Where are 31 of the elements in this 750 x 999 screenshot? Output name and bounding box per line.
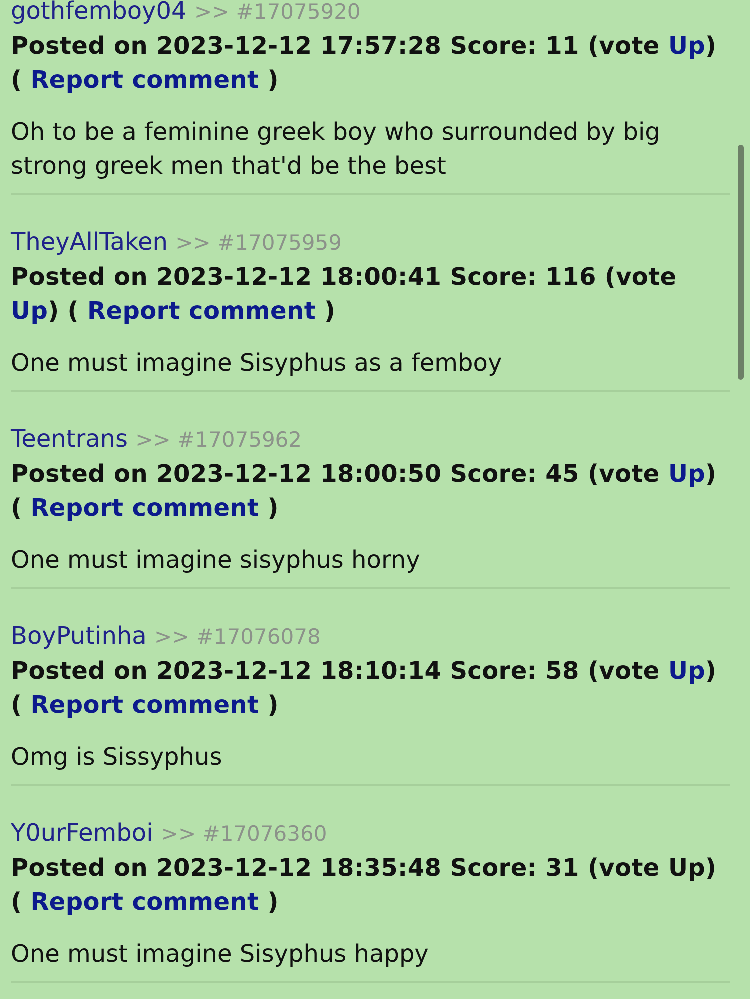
report-link[interactable]: Report comment (30, 691, 260, 719)
comment-text: One must imagine sisyphus horny (11, 545, 422, 576)
comment-text: One must imagine Sisyphus happy (11, 939, 430, 970)
report-link[interactable]: Report comment (30, 888, 260, 916)
post-meta: Posted on 2023-12-12 18:35:48 Score: 31 (vote Up) ( Report comment ) (11, 853, 718, 918)
vote-up-link[interactable]: Up (668, 32, 706, 60)
comment-text: Oh to be a feminine greek boy who surrounded by big strong greek men that'd be the best (11, 117, 662, 182)
post-meta: Posted on 2023-12-12 17:57:28 Score: 11 (vote Up) ( Report comment ) (11, 31, 718, 96)
author-link[interactable]: gothfemboy04 (11, 0, 187, 25)
comment-ref: >> #17075962 (136, 428, 302, 452)
author-link[interactable]: Y0urFemboi (11, 819, 154, 847)
report-link[interactable]: Report comment (30, 66, 260, 94)
post-meta: Posted on 2023-12-12 18:00:50 Score: 45 (vote Up) ( Report comment ) (11, 459, 718, 524)
author-link[interactable]: BoyPutinha (11, 622, 147, 650)
comment-ref: >> #17075959 (176, 231, 342, 255)
comment-ref: >> #17076360 (160, 822, 328, 846)
comment-text: One must imagine Sisyphus as a femboy (11, 348, 504, 379)
post-meta: Posted on 2023-12-12 18:00:41 Score: 116 (vote Up) ( Report comment ) (11, 262, 678, 327)
report-link[interactable]: Report comment (88, 297, 316, 325)
comment-text: Omg is Sissyphus (11, 742, 224, 773)
scrollbar[interactable] (738, 145, 744, 380)
author-link[interactable]: Teentrans (11, 425, 128, 453)
vote-up-link[interactable]: Up (668, 657, 706, 685)
vote-up-text: Up (668, 854, 706, 882)
report-link[interactable]: Report comment (30, 494, 260, 522)
author-link[interactable]: TheyAllTaken (11, 228, 168, 256)
post-meta: Posted on 2023-12-12 18:10:14 Score: 58 (vote Up) ( Report comment ) (11, 656, 718, 721)
comment-ref: >> #17075920 (194, 0, 361, 24)
vote-up-link[interactable]: Up (11, 297, 48, 325)
vote-up-link[interactable]: Up (668, 460, 706, 488)
comment-ref: >> #17076078 (154, 625, 321, 649)
